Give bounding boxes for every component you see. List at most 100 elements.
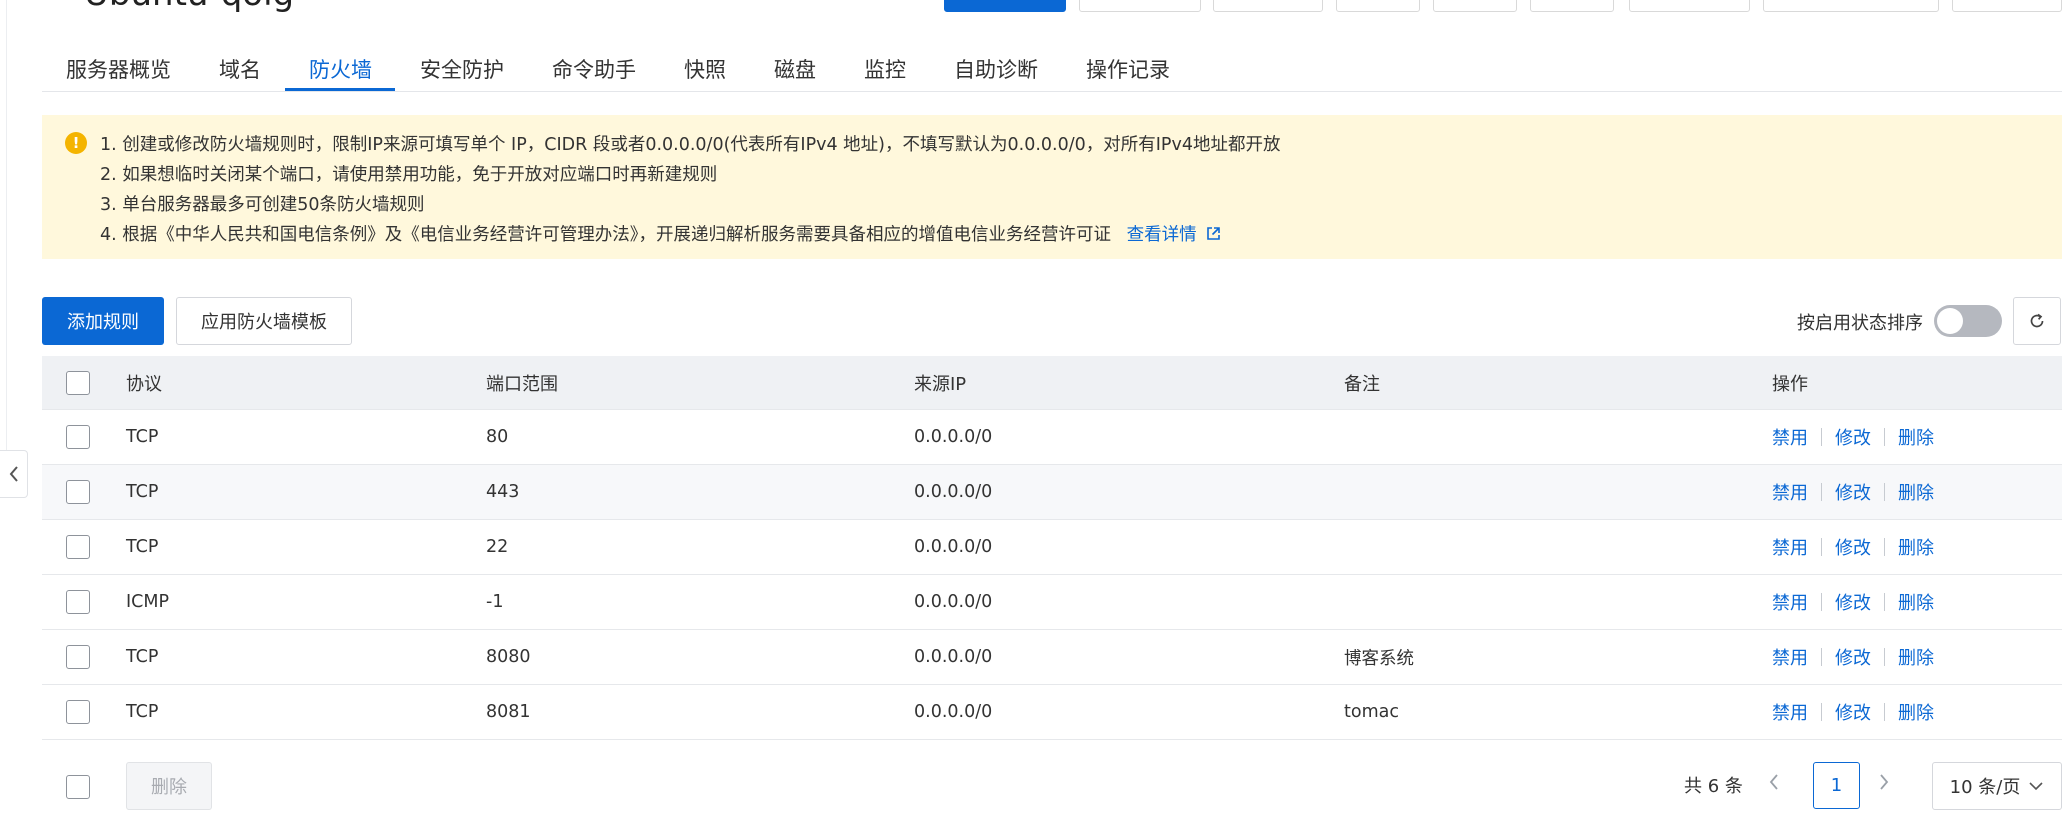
cell-protocol: TCP	[126, 482, 159, 502]
cell-actions: 禁用 修改 删除	[1772, 465, 1934, 519]
footer-select-all-checkbox[interactable]	[66, 775, 90, 799]
prev-page-button[interactable]	[1768, 772, 1780, 797]
delete-link[interactable]: 删除	[1898, 534, 1934, 560]
exclamation-circle-icon: !	[65, 132, 87, 154]
action-divider	[1821, 593, 1822, 611]
sort-by-status-label: 按启用状态排序	[1797, 313, 1923, 334]
table-header: 协议 端口范围 来源IP 备注 操作	[42, 356, 2062, 410]
cell-protocol: ICMP	[126, 592, 170, 612]
external-link-icon	[1207, 227, 1220, 240]
sidebar-collapse-button[interactable]	[0, 450, 28, 498]
tab-monitor[interactable]: 监控	[864, 54, 906, 84]
table-row: TCP 8081 0.0.0.0/0 tomac 禁用 修改 删除	[42, 685, 2062, 740]
delete-link[interactable]: 删除	[1898, 424, 1934, 450]
delete-link[interactable]: 删除	[1898, 644, 1934, 670]
row-checkbox[interactable]	[66, 425, 90, 449]
cell-actions: 禁用 修改 删除	[1772, 630, 1934, 684]
action-divider	[1884, 703, 1885, 721]
header-button-1[interactable]	[1079, 0, 1201, 12]
header-button-4[interactable]	[1433, 0, 1517, 12]
notice-line-3: 3. 单台服务器最多可创建50条防火墙规则	[100, 195, 425, 215]
header-button-6[interactable]	[1629, 0, 1750, 12]
cell-protocol: TCP	[126, 702, 159, 722]
header-button-3[interactable]	[1336, 0, 1420, 12]
cell-port: 80	[486, 427, 509, 447]
cell-note: tomac	[1344, 702, 1399, 722]
add-rule-button[interactable]: 添加规则	[42, 297, 164, 345]
cell-port: 443	[486, 482, 520, 502]
delete-link[interactable]: 删除	[1898, 479, 1934, 505]
cell-port: 8081	[486, 702, 531, 722]
action-divider	[1821, 648, 1822, 666]
header-primary-button[interactable]	[944, 0, 1066, 12]
edit-link[interactable]: 修改	[1835, 644, 1871, 670]
cell-actions: 禁用 修改 删除	[1772, 575, 1934, 629]
tab-self-diagnosis[interactable]: 自助诊断	[954, 54, 1038, 84]
cell-source-ip: 0.0.0.0/0	[914, 427, 993, 447]
header-port-range: 端口范围	[486, 373, 558, 395]
chevron-left-icon	[9, 466, 18, 482]
next-page-button[interactable]	[1878, 772, 1890, 797]
table-row: TCP 80 0.0.0.0/0 禁用 修改 删除	[42, 410, 2062, 465]
active-tab-indicator	[285, 88, 395, 91]
header-button-7[interactable]	[1763, 0, 1939, 12]
tab-operation-log[interactable]: 操作记录	[1086, 54, 1170, 84]
view-details-link[interactable]: 查看详情	[1127, 225, 1222, 245]
row-checkbox[interactable]	[66, 590, 90, 614]
batch-delete-button[interactable]: 删除	[126, 762, 212, 810]
header-button-8[interactable]	[1952, 0, 2062, 12]
cell-actions: 禁用 修改 删除	[1772, 520, 1934, 574]
row-checkbox[interactable]	[66, 645, 90, 669]
cell-actions: 禁用 修改 删除	[1772, 685, 1934, 739]
tab-domain[interactable]: 域名	[219, 54, 261, 84]
tab-bar: 服务器概览 域名 防火墙 安全防护 命令助手 快照 磁盘 监控 自助诊断 操作记…	[42, 40, 2062, 92]
edit-link[interactable]: 修改	[1835, 589, 1871, 615]
refresh-button[interactable]	[2013, 297, 2061, 345]
edit-link[interactable]: 修改	[1835, 479, 1871, 505]
disable-link[interactable]: 禁用	[1772, 534, 1808, 560]
tab-security[interactable]: 安全防护	[420, 54, 504, 84]
disable-link[interactable]: 禁用	[1772, 644, 1808, 670]
sort-by-status-toggle[interactable]	[1934, 305, 2002, 337]
disable-link[interactable]: 禁用	[1772, 699, 1808, 725]
cell-protocol: TCP	[126, 537, 159, 557]
row-checkbox[interactable]	[66, 480, 90, 504]
view-details-label: 查看详情	[1126, 225, 1197, 245]
page-title: Ubuntu-qolg	[84, 0, 294, 14]
toggle-knob	[1937, 308, 1963, 334]
action-divider	[1884, 538, 1885, 556]
total-count: 共 6 条	[1684, 776, 1743, 797]
header-button-2[interactable]	[1213, 0, 1323, 12]
disable-link[interactable]: 禁用	[1772, 479, 1808, 505]
row-checkbox[interactable]	[66, 700, 90, 724]
delete-link[interactable]: 删除	[1898, 589, 1934, 615]
tab-snapshot[interactable]: 快照	[684, 54, 726, 84]
chevron-right-icon	[1880, 774, 1889, 790]
action-divider	[1821, 483, 1822, 501]
edit-link[interactable]: 修改	[1835, 699, 1871, 725]
cell-protocol: TCP	[126, 647, 159, 667]
action-divider	[1821, 703, 1822, 721]
notice-line-4-text: 4. 根据《中华人民共和国电信条例》及《电信业务经营许可管理办法》，开展递归解析…	[100, 225, 1112, 245]
delete-link[interactable]: 删除	[1898, 699, 1934, 725]
edit-link[interactable]: 修改	[1835, 424, 1871, 450]
cell-source-ip: 0.0.0.0/0	[914, 537, 993, 557]
tab-server-overview[interactable]: 服务器概览	[66, 54, 171, 84]
apply-template-button[interactable]: 应用防火墙模板	[176, 297, 352, 345]
tab-firewall[interactable]: 防火墙	[309, 54, 372, 84]
header-note: 备注	[1344, 373, 1380, 395]
notice-line-1: 1. 创建或修改防火墙规则时，限制IP来源可填写单个 IP，CIDR 段或者0.…	[100, 135, 1281, 155]
disable-link[interactable]: 禁用	[1772, 589, 1808, 615]
cell-actions: 禁用 修改 删除	[1772, 410, 1934, 464]
page-number-1[interactable]: 1	[1813, 762, 1860, 809]
tab-command-helper[interactable]: 命令助手	[552, 54, 636, 84]
header-button-5[interactable]	[1530, 0, 1614, 12]
tab-disk[interactable]: 磁盘	[774, 54, 816, 84]
disable-link[interactable]: 禁用	[1772, 424, 1808, 450]
page-size-select[interactable]: 10 条/页	[1932, 762, 2062, 810]
header-protocol: 协议	[126, 373, 162, 395]
select-all-checkbox[interactable]	[66, 370, 90, 395]
edit-link[interactable]: 修改	[1835, 534, 1871, 560]
cell-note: 博客系统	[1344, 648, 1414, 669]
row-checkbox[interactable]	[66, 535, 90, 559]
